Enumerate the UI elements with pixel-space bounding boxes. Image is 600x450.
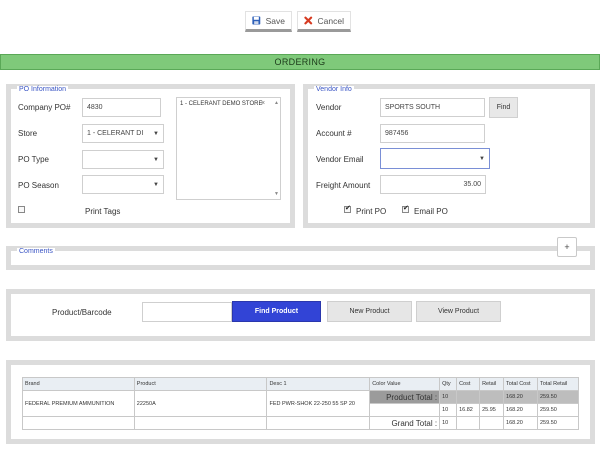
cell-total-retail: 259.50 (537, 403, 579, 417)
print-tags-label: Print Tags (85, 207, 121, 216)
vendor-email-label: Vendor Email (316, 155, 364, 164)
email-po-checkbox[interactable] (402, 204, 409, 213)
cell-cost[interactable]: 16.82 (456, 403, 481, 417)
new-product-button[interactable]: New Product (327, 301, 412, 322)
freight-amount-input[interactable]: 35.00 (380, 175, 486, 194)
print-po-label: Print PO (356, 207, 387, 216)
email-po-label: Email PO (414, 207, 448, 216)
chevron-down-icon: ▼ (153, 181, 159, 188)
grand-total-label: Grand Total : (369, 416, 441, 430)
scroll-down-icon[interactable]: ▼ (274, 191, 279, 197)
cell-qty[interactable]: 10 (439, 403, 458, 417)
cell-brand: FEDERAL PREMIUM AMMUNITION (22, 390, 135, 417)
view-product-label: View Product (437, 308, 480, 315)
chevron-down-icon: ▼ (153, 130, 159, 137)
po-type-label: PO Type (18, 155, 49, 164)
cancel-x-icon (304, 16, 313, 25)
header-product[interactable]: Product (133, 377, 268, 391)
product-grid: Brand Product Desc 1 Color Value Qty Cos… (22, 377, 579, 430)
account-label: Account # (316, 129, 352, 138)
vendor-input[interactable]: SPORTS SOUTH (380, 98, 485, 117)
grand-total-retail-empty (479, 416, 505, 430)
product-total-retail-empty (479, 390, 505, 404)
cell-total-cost: 168.20 (503, 403, 538, 417)
remove-store-icon[interactable]: × (261, 100, 265, 107)
chevron-down-icon: ▼ (153, 156, 159, 163)
save-button[interactable]: Save (245, 11, 292, 32)
header-cost[interactable]: Cost (456, 377, 481, 391)
header-retail[interactable]: Retail (479, 377, 505, 391)
cell-color-value (369, 403, 441, 417)
po-information-legend: PO Information (17, 86, 69, 93)
find-product-label: Find Product (254, 308, 299, 315)
product-total-cost: 168.20 (503, 390, 538, 404)
new-product-label: New Product (349, 308, 390, 315)
vendor-label: Vendor (316, 103, 342, 112)
find-product-button[interactable]: Find Product (232, 301, 321, 322)
header-color-value[interactable]: Color Value (369, 377, 441, 391)
scroll-up-icon[interactable]: ▲ (274, 100, 279, 106)
grand-total-empty-2 (133, 416, 268, 430)
freight-amount-label: Freight Amount (316, 181, 371, 190)
account-input[interactable]: 987456 (380, 124, 485, 143)
cell-product: 22250A (133, 390, 268, 417)
freight-amount-value: 35.00 (463, 181, 481, 188)
vendor-info-legend: Vendor Info (314, 86, 354, 93)
product-total-cost-empty (456, 390, 481, 404)
company-po-input[interactable]: 4830 (82, 98, 161, 117)
grand-total-empty-3 (266, 416, 371, 430)
grand-total-cost-empty (456, 416, 481, 430)
table-row[interactable]: FEDERAL PREMIUM AMMUNITION 22250A FED PW… (22, 390, 579, 417)
expand-comments-button[interactable]: + (557, 237, 577, 257)
view-product-button[interactable]: View Product (416, 301, 501, 322)
po-season-label: PO Season (18, 181, 59, 190)
store-list-item: 1 - CELERANT DEMO STORE (180, 101, 263, 107)
chevron-down-icon: ▼ (479, 155, 485, 162)
po-type-select[interactable]: ▼ (82, 150, 164, 169)
product-total-label: Product Total : (369, 390, 441, 404)
print-tags-checkbox[interactable] (18, 206, 25, 213)
product-total-retail: 259.50 (537, 390, 579, 404)
grand-total-row: Grand Total : 10 168.20 259.50 (22, 416, 579, 430)
cancel-button[interactable]: Cancel (297, 11, 351, 32)
grid-header-row: Brand Product Desc 1 Color Value Qty Cos… (22, 377, 579, 391)
header-qty[interactable]: Qty (439, 377, 458, 391)
cell-retail[interactable]: 25.95 (479, 403, 505, 417)
header-desc[interactable]: Desc 1 (266, 377, 371, 391)
po-season-select[interactable]: ▼ (82, 175, 164, 194)
company-po-value: 4830 (87, 104, 103, 111)
toolbar: Save Cancel (0, 11, 600, 33)
plus-icon: + (564, 242, 570, 252)
vendor-email-select[interactable]: ▼ (380, 148, 490, 169)
store-label: Store (18, 129, 38, 138)
vendor-value: SPORTS SOUTH (385, 104, 441, 111)
print-po-checkbox[interactable] (344, 204, 351, 213)
store-listbox[interactable]: 1 - CELERANT DEMO STORE × ▲ ▼ (176, 97, 281, 200)
ordering-banner: ORDERING (0, 54, 600, 70)
product-barcode-input[interactable] (142, 302, 232, 322)
header-brand[interactable]: Brand (22, 377, 135, 391)
header-total-retail[interactable]: Total Retail (537, 377, 579, 391)
grand-total-empty-1 (22, 416, 135, 430)
product-barcode-label: Product/Barcode (52, 308, 112, 317)
grand-total-cost: 168.20 (503, 416, 538, 430)
floppy-disk-icon (252, 16, 261, 25)
comments-legend: Comments (17, 248, 55, 255)
cell-desc: FED PWR-SHOK 22-250 55 SP 20 (266, 390, 371, 417)
vendor-find-label: Find (496, 104, 511, 111)
product-total-qty: 10 (439, 390, 458, 404)
vendor-find-button[interactable]: Find (489, 97, 518, 118)
company-po-label: Company PO# (18, 103, 71, 112)
store-select[interactable]: 1 - CELERANT DI ▼ (82, 124, 164, 143)
grand-total-qty: 10 (439, 416, 458, 430)
account-value: 987456 (385, 130, 409, 137)
save-label: Save (265, 15, 285, 26)
header-total-cost[interactable]: Total Cost (503, 377, 538, 391)
comments-panel: Comments (6, 246, 595, 270)
cancel-label: Cancel (317, 15, 344, 26)
store-value: 1 - CELERANT DI (87, 130, 144, 137)
grand-total-retail: 259.50 (537, 416, 579, 430)
